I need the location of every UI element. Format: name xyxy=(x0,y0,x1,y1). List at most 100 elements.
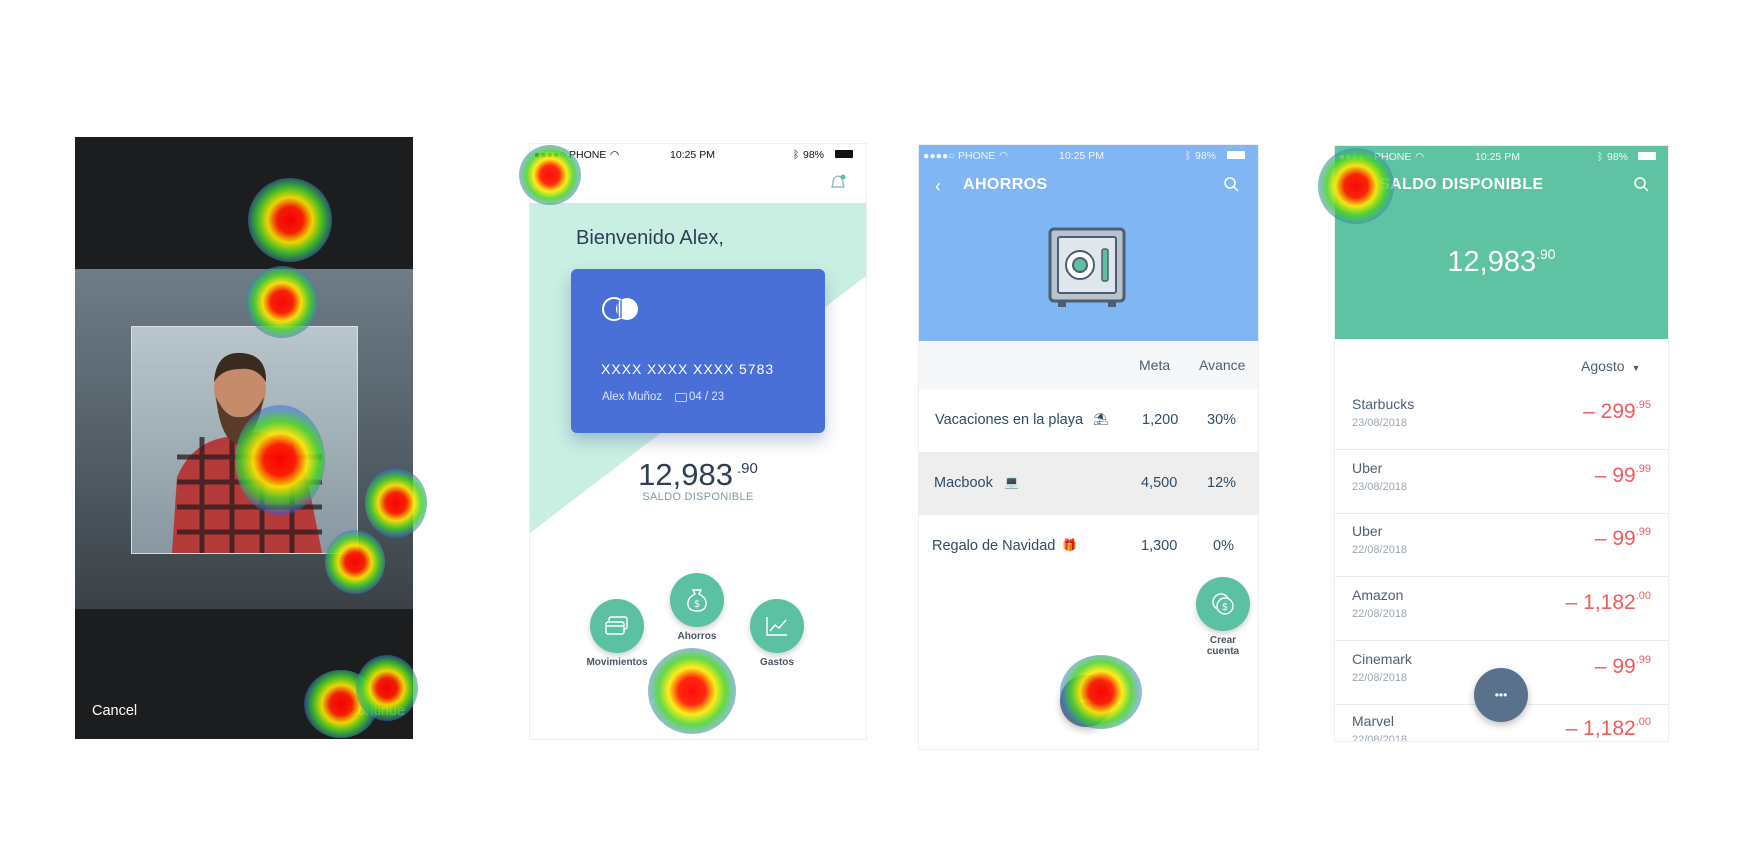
month-selector[interactable]: Agosto ▼ xyxy=(1581,358,1640,374)
movimientos-button[interactable] xyxy=(590,599,644,653)
credit-card[interactable]: XXXX XXXX XXXX 5783 Alex Muñoz 04 / 23 xyxy=(571,269,825,433)
carrier-label: PHONE xyxy=(569,149,607,161)
signal-icon: ●●●●○ xyxy=(1339,151,1371,163)
transaction-row[interactable]: Amazon 22/08/2018 – 1,182.00 xyxy=(1335,577,1668,641)
transaction-row[interactable]: Starbucks 23/08/2018 – 299.95 xyxy=(1335,386,1668,450)
merchant-name: Uber xyxy=(1352,460,1383,476)
transaction-date: 22/08/2018 xyxy=(1352,608,1408,620)
goal-name: Vacaciones en la playa xyxy=(935,412,1084,428)
home-screen: ●●●●○ PHONE ◠ 10:25 PM ᛒ 98% Bienvenido … xyxy=(529,143,867,740)
coins-icon: $ xyxy=(1212,593,1234,615)
balance-screen: ●●●●○ PHONE ◠ 10:25 PM ᛒ 98% SALDO DISPO… xyxy=(1334,145,1669,742)
transaction-amount: – 1,182.00 xyxy=(1565,716,1651,740)
battery-icon xyxy=(835,150,853,158)
table-row[interactable]: Regalo de Navidad 🎁 1,300 0% xyxy=(919,515,1258,578)
table-row[interactable]: Macbook 💻 4,500 12% xyxy=(919,452,1258,515)
column-header-avance: Avance xyxy=(1199,357,1246,373)
carrier-label: PHONE xyxy=(1374,151,1412,163)
goal-avance: 30% xyxy=(1207,412,1237,428)
merchant-name: Starbucks xyxy=(1352,396,1415,412)
chart-icon xyxy=(766,617,787,636)
cards-icon xyxy=(605,616,628,635)
gift-icon: 🎁 xyxy=(1062,538,1077,552)
cancel-button[interactable]: Cancel xyxy=(92,703,137,719)
status-bar: ●●●●○ PHONE ◠ 10:25 PM ᛒ 98% xyxy=(530,144,866,166)
card-number-group: XXXX xyxy=(601,361,643,377)
table-row[interactable]: Vacaciones en la playa ⛱ 1,200 30% xyxy=(919,389,1258,452)
more-icon: ••• xyxy=(1079,694,1093,708)
card-chip-icon xyxy=(675,393,687,402)
search-icon[interactable] xyxy=(1633,176,1649,197)
wifi-icon: ◠ xyxy=(1415,151,1425,163)
goal-meta: 4,500 xyxy=(1141,475,1178,491)
transaction-date: 22/08/2018 xyxy=(1352,544,1408,556)
back-arrow-icon[interactable]: ‹ xyxy=(935,176,941,197)
battery-percent: 98% xyxy=(1607,151,1629,163)
column-header-meta: Meta xyxy=(1139,357,1171,373)
balance-amount: 12,983.90 xyxy=(638,457,758,492)
balance-header xyxy=(1335,146,1668,339)
card-brand-icon xyxy=(602,297,638,321)
merchant-name: Uber xyxy=(1352,523,1383,539)
transaction-date: 23/08/2018 xyxy=(1352,417,1408,429)
clock-label: 10:25 PM xyxy=(1475,151,1520,163)
month-label: Agosto xyxy=(1581,358,1625,374)
clock-label: 10:25 PM xyxy=(670,149,715,161)
profile-photo[interactable] xyxy=(131,326,358,554)
merchant-name: Amazon xyxy=(1352,587,1404,603)
goal-meta: 1,300 xyxy=(1141,538,1178,554)
transaction-row[interactable]: Uber 22/08/2018 – 99.99 xyxy=(1335,513,1668,577)
signal-icon: ●●●●○ xyxy=(923,150,955,162)
page-title: AHORROS xyxy=(963,176,1048,193)
card-number-last4: 5783 xyxy=(739,361,775,377)
money-bag-icon: $ xyxy=(687,589,707,612)
card-number-group: XXXX xyxy=(693,361,735,377)
create-account-label: Crear cuenta xyxy=(1206,635,1240,657)
create-account-button[interactable]: $ xyxy=(1196,577,1250,631)
bluetooth-icon: ᛒ xyxy=(1185,150,1192,162)
transaction-amount: – 299.95 xyxy=(1583,399,1651,423)
transaction-date: 23/08/2018 xyxy=(1352,481,1408,493)
wifi-icon: ◠ xyxy=(999,150,1009,162)
photo-crop-screen: Cancel Continue xyxy=(75,137,413,739)
goal-name: Macbook xyxy=(934,475,993,491)
gastos-button[interactable] xyxy=(750,599,804,653)
svg-text:$: $ xyxy=(694,599,700,610)
transaction-date: 22/08/2018 xyxy=(1352,734,1408,742)
goal-avance: 0% xyxy=(1213,538,1234,554)
transaction-amount: – 99.99 xyxy=(1594,526,1651,550)
goal-avance: 12% xyxy=(1207,475,1237,491)
transaction-amount: – 99.99 xyxy=(1594,463,1651,487)
menu-button[interactable]: ••• xyxy=(1474,668,1528,722)
battery-percent: 98% xyxy=(1195,150,1217,162)
continue-button[interactable]: Continue xyxy=(347,703,405,719)
balance-amount: 12,983.90 xyxy=(1447,246,1556,278)
battery-icon xyxy=(1638,152,1656,160)
beach-umbrella-icon: ⛱ xyxy=(1093,412,1109,426)
ahorros-button[interactable]: $ xyxy=(670,573,724,627)
transaction-date: 22/08/2018 xyxy=(1352,672,1408,684)
bluetooth-icon: ᛒ xyxy=(793,149,800,161)
savings-screen: ●●●●○ PHONE ◠ 10:25 PM ᛒ 98% ‹ AHORROS M… xyxy=(918,144,1259,750)
more-icon: ••• xyxy=(1494,688,1508,702)
table-header: Meta Avance xyxy=(919,341,1258,389)
chevron-down-icon: ▼ xyxy=(1631,363,1641,373)
notification-bell-icon[interactable] xyxy=(830,174,846,192)
merchant-name: Cinemark xyxy=(1352,651,1412,667)
laptop-icon: 💻 xyxy=(1004,475,1019,489)
carrier-label: PHONE xyxy=(958,150,996,162)
card-number-group: XXXX xyxy=(647,361,689,377)
clock-label: 10:25 PM xyxy=(1059,150,1104,162)
balance-label: SALDO DISPONIBLE xyxy=(642,491,754,503)
card-holder-name: Alex Muñoz xyxy=(602,391,663,403)
transaction-row[interactable]: Uber 23/08/2018 – 99.99 xyxy=(1335,450,1668,514)
status-bar: ●●●●○ PHONE ◠ 10:25 PM ᛒ 98% xyxy=(919,145,1258,167)
movimientos-label: Movimientos xyxy=(586,657,648,668)
search-icon[interactable] xyxy=(1223,176,1239,197)
menu-button[interactable]: ••• xyxy=(1060,675,1112,727)
goal-name: Regalo de Navidad xyxy=(932,538,1056,554)
battery-percent: 98% xyxy=(803,149,825,161)
safe-icon xyxy=(1048,227,1126,307)
svg-text:$: $ xyxy=(1222,602,1228,613)
status-bar: ●●●●○ PHONE ◠ 10:25 PM ᛒ 98% xyxy=(1335,146,1668,168)
